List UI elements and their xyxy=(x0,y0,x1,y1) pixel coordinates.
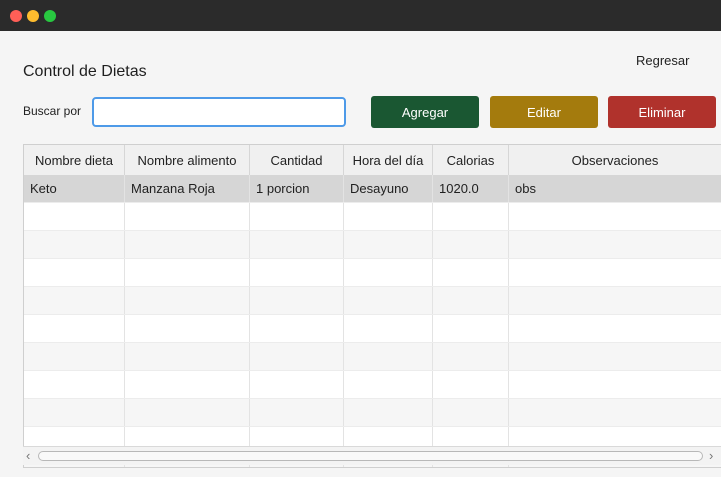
cell-quantity[interactable] xyxy=(250,259,344,286)
cell-diet-name[interactable] xyxy=(24,315,125,342)
scroll-right-icon[interactable]: › xyxy=(709,448,713,463)
table-row[interactable] xyxy=(24,259,721,287)
cell-time-of-day[interactable] xyxy=(344,343,433,370)
table-row[interactable] xyxy=(24,371,721,399)
table-body: Keto Manzana Roja 1 porcion Desayuno 1020.0 o… xyxy=(24,175,721,467)
cell-time-of-day[interactable] xyxy=(344,399,433,426)
horizontal-scrollbar[interactable]: ‹ › xyxy=(23,446,721,465)
cell-quantity[interactable]: 1 porcion xyxy=(250,175,344,202)
cell-diet-name[interactable] xyxy=(24,343,125,370)
minimize-window-button[interactable] xyxy=(27,10,39,22)
diet-table: Nombre dieta Nombre alimento Cantidad Ho… xyxy=(23,144,721,468)
table-header: Nombre dieta Nombre alimento Cantidad Ho… xyxy=(24,145,721,176)
cell-observations[interactable] xyxy=(509,231,721,258)
edit-button[interactable]: Editar xyxy=(490,96,598,128)
column-header-food-name[interactable]: Nombre alimento xyxy=(125,145,250,175)
scroll-left-icon[interactable]: ‹ xyxy=(26,448,30,463)
cell-quantity[interactable] xyxy=(250,287,344,314)
cell-food-name[interactable]: Manzana Roja xyxy=(125,175,250,202)
cell-observations[interactable] xyxy=(509,343,721,370)
page-title: Control de Dietas xyxy=(23,63,147,80)
scrollbar-thumb[interactable] xyxy=(38,451,703,461)
cell-food-name[interactable] xyxy=(125,287,250,314)
cell-diet-name[interactable] xyxy=(24,399,125,426)
cell-quantity[interactable] xyxy=(250,371,344,398)
cell-diet-name[interactable] xyxy=(24,259,125,286)
cell-observations[interactable] xyxy=(509,287,721,314)
column-header-time-of-day[interactable]: Hora del día xyxy=(344,145,433,175)
cell-food-name[interactable] xyxy=(125,203,250,230)
column-header-observations[interactable]: Observaciones xyxy=(509,145,721,175)
table-row[interactable] xyxy=(24,399,721,427)
cell-diet-name[interactable]: Keto xyxy=(24,175,125,202)
cell-quantity[interactable] xyxy=(250,399,344,426)
cell-time-of-day[interactable] xyxy=(344,259,433,286)
cell-observations[interactable] xyxy=(509,315,721,342)
cell-calories[interactable] xyxy=(433,287,509,314)
table-row[interactable] xyxy=(24,231,721,259)
cell-observations[interactable]: obs xyxy=(509,175,721,202)
delete-button[interactable]: Eliminar xyxy=(608,96,716,128)
cell-quantity[interactable] xyxy=(250,231,344,258)
cell-calories[interactable] xyxy=(433,399,509,426)
cell-calories[interactable] xyxy=(433,231,509,258)
cell-calories[interactable] xyxy=(433,259,509,286)
column-header-diet-name[interactable]: Nombre dieta xyxy=(24,145,125,175)
cell-diet-name[interactable] xyxy=(24,203,125,230)
cell-time-of-day[interactable] xyxy=(344,315,433,342)
cell-food-name[interactable] xyxy=(125,315,250,342)
table-row[interactable]: Keto Manzana Roja 1 porcion Desayuno 1020.0 o… xyxy=(24,175,721,203)
search-input[interactable] xyxy=(92,97,346,127)
cell-calories[interactable] xyxy=(433,315,509,342)
cell-food-name[interactable] xyxy=(125,231,250,258)
cell-calories[interactable] xyxy=(433,343,509,370)
column-header-calories[interactable]: Calorias xyxy=(433,145,509,175)
add-button[interactable]: Agregar xyxy=(371,96,479,128)
cell-diet-name[interactable] xyxy=(24,287,125,314)
cell-observations[interactable] xyxy=(509,203,721,230)
cell-food-name[interactable] xyxy=(125,343,250,370)
cell-calories[interactable]: 1020.0 xyxy=(433,175,509,202)
table-row[interactable] xyxy=(24,343,721,371)
table-row[interactable] xyxy=(24,203,721,231)
cell-food-name[interactable] xyxy=(125,371,250,398)
back-link[interactable]: Regresar xyxy=(636,53,689,68)
column-header-quantity[interactable]: Cantidad xyxy=(250,145,344,175)
cell-food-name[interactable] xyxy=(125,399,250,426)
cell-quantity[interactable] xyxy=(250,203,344,230)
cell-food-name[interactable] xyxy=(125,259,250,286)
cell-calories[interactable] xyxy=(433,203,509,230)
cell-time-of-day[interactable] xyxy=(344,287,433,314)
cell-quantity[interactable] xyxy=(250,343,344,370)
cell-observations[interactable] xyxy=(509,399,721,426)
cell-calories[interactable] xyxy=(433,371,509,398)
close-window-button[interactable] xyxy=(10,10,22,22)
title-bar xyxy=(0,0,721,31)
cell-observations[interactable] xyxy=(509,259,721,286)
search-label: Buscar por xyxy=(23,104,82,118)
cell-diet-name[interactable] xyxy=(24,371,125,398)
cell-time-of-day[interactable]: Desayuno xyxy=(344,175,433,202)
table-row[interactable] xyxy=(24,315,721,343)
cell-time-of-day[interactable] xyxy=(344,203,433,230)
cell-observations[interactable] xyxy=(509,371,721,398)
cell-time-of-day[interactable] xyxy=(344,231,433,258)
cell-diet-name[interactable] xyxy=(24,231,125,258)
table-row[interactable] xyxy=(24,287,721,315)
maximize-window-button[interactable] xyxy=(44,10,56,22)
cell-time-of-day[interactable] xyxy=(344,371,433,398)
cell-quantity[interactable] xyxy=(250,315,344,342)
